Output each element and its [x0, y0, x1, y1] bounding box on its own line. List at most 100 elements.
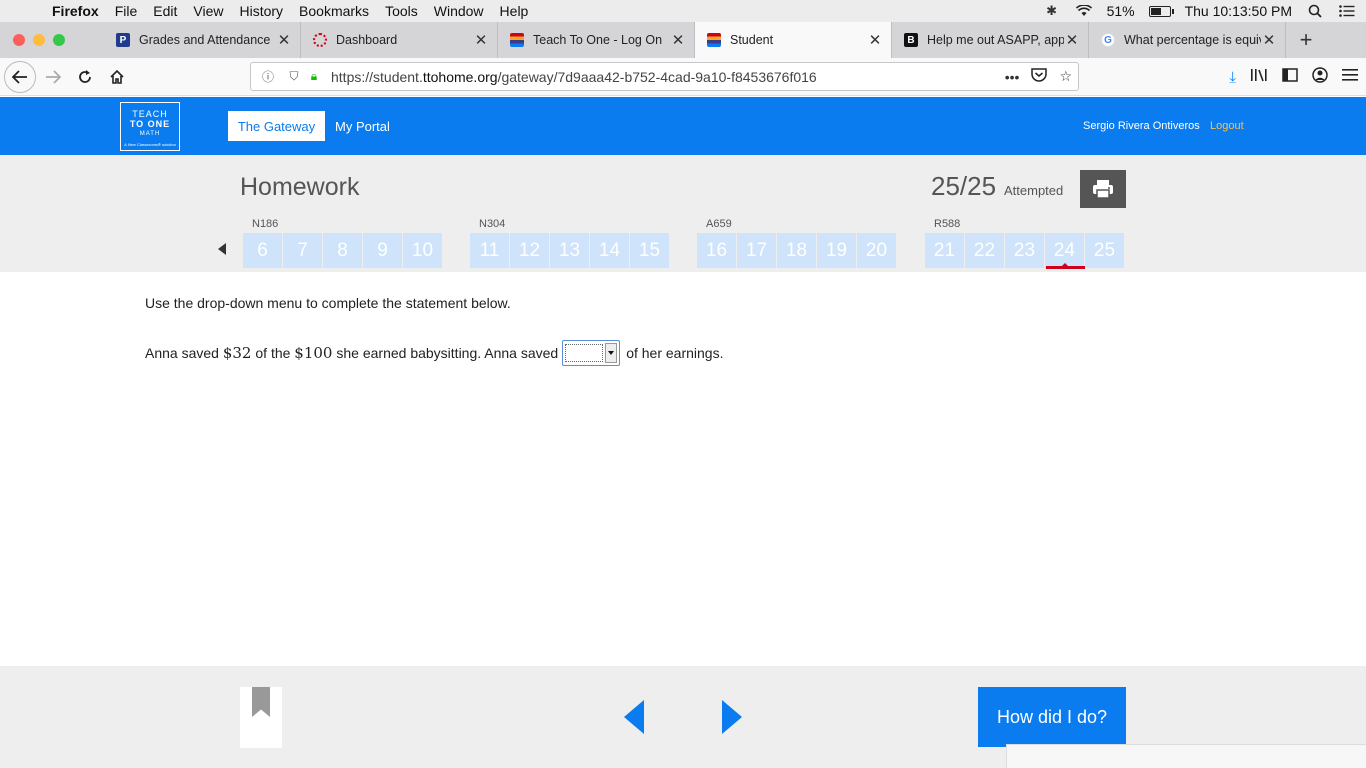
browser-tab[interactable]: Dashboard ✕ [301, 22, 498, 58]
dropdown-caret-icon[interactable] [605, 343, 618, 363]
question-tile[interactable]: 23 [1005, 233, 1044, 268]
print-button[interactable] [1080, 170, 1126, 208]
menu-file[interactable]: File [115, 3, 138, 19]
address-bar[interactable]: ⓘ ⛉ 🔒︎ https://student.ttohome.org/gatew… [250, 62, 1079, 91]
spotlight-search-icon[interactable] [1306, 2, 1324, 20]
question-tile[interactable]: 13 [550, 233, 589, 268]
question-tile[interactable]: 20 [857, 233, 896, 268]
tab-favicon-icon: P [116, 33, 130, 47]
notification-center-icon[interactable] [1338, 2, 1356, 20]
statement-text: of her earnings. [626, 345, 724, 361]
question-tile[interactable]: 7 [283, 233, 322, 268]
previous-questions-arrow-icon[interactable] [218, 243, 226, 255]
question-tile[interactable]: 15 [630, 233, 669, 268]
close-tab-icon[interactable]: ✕ [1261, 31, 1277, 49]
menu-bar-status-area: ✱ 51% Thu 10:13:50 PM [1043, 0, 1356, 22]
close-window-icon[interactable] [13, 34, 25, 46]
question-tile[interactable]: 21 [925, 233, 964, 268]
browser-tab[interactable]: B Help me out ASAPP, appre ✕ [892, 22, 1089, 58]
user-name: Sergio Rivera Ontiveros [1083, 120, 1200, 132]
browser-tab[interactable]: P Grades and Attendance ✕ [104, 22, 301, 58]
question-tile[interactable]: 18 [777, 233, 816, 268]
attempted-label: Attempted [1004, 183, 1064, 198]
forward-arrow-icon[interactable] [38, 62, 68, 92]
menu-history[interactable]: History [239, 3, 283, 19]
address-url[interactable]: https://student.ttohome.org/gateway/7d9a… [331, 69, 817, 85]
bookmark-star-icon[interactable]: ☆ [1059, 68, 1072, 85]
next-question-arrow-icon[interactable] [722, 700, 742, 734]
question-tile[interactable]: 14 [590, 233, 629, 268]
sidebar-icon[interactable] [1282, 68, 1298, 86]
tab-title: Teach To One - Log On [533, 33, 663, 47]
bookmark-question-button[interactable] [240, 687, 282, 748]
my-portal-link[interactable]: My Portal [335, 111, 390, 141]
statement-text: she earned babysitting. Anna saved [332, 345, 559, 361]
homework-header: Homework 25/25 Attempted N186 6 7 8 9 10… [0, 155, 1366, 272]
downloads-icon[interactable]: ⤓ [1229, 69, 1236, 86]
question-tile[interactable]: 19 [817, 233, 856, 268]
question-instruction: Use the drop-down menu to complete the s… [145, 295, 511, 311]
new-tab-icon[interactable]: + [1286, 22, 1326, 58]
browser-tab-active[interactable]: Student ✕ [695, 22, 892, 58]
reload-icon[interactable] [70, 62, 100, 92]
macos-menu-bar: Firefox File Edit View History Bookmarks… [0, 0, 1366, 22]
zoom-window-icon[interactable] [53, 34, 65, 46]
menu-clock[interactable]: Thu 10:13:50 PM [1185, 3, 1292, 19]
home-icon[interactable] [102, 62, 132, 92]
menu-app-name[interactable]: Firefox [52, 3, 99, 19]
browser-toolbar: ⓘ ⛉ 🔒︎ https://student.ttohome.org/gatew… [0, 58, 1366, 96]
bluetooth-icon[interactable]: ✱ [1043, 2, 1061, 20]
hamburger-menu-icon[interactable] [1342, 68, 1358, 86]
minimize-window-icon[interactable] [33, 34, 45, 46]
page-actions-icon[interactable]: ••• [1005, 69, 1020, 85]
teach-to-one-logo[interactable]: TEACH TO ONE MATH A New Classrooms® solu… [120, 102, 180, 151]
site-info-icon[interactable]: ⓘ [259, 68, 277, 85]
back-arrow-icon[interactable] [4, 61, 36, 93]
tab-favicon-icon: G [1101, 33, 1115, 47]
library-icon[interactable] [1250, 68, 1268, 86]
attempted-score: 25/25 [931, 171, 997, 201]
close-tab-icon[interactable]: ✕ [1064, 31, 1080, 49]
close-tab-icon[interactable]: ✕ [670, 31, 686, 49]
question-statement: Anna saved $32 of the $100 she earned ba… [145, 340, 724, 366]
menu-tools[interactable]: Tools [385, 3, 418, 19]
lock-icon[interactable]: 🔒︎ [305, 69, 323, 84]
menu-bookmarks[interactable]: Bookmarks [299, 3, 369, 19]
question-tile[interactable]: 8 [323, 233, 362, 268]
answer-dropdown[interactable] [562, 340, 621, 366]
close-tab-icon[interactable]: ✕ [867, 31, 883, 49]
menu-edit[interactable]: Edit [153, 3, 177, 19]
printer-icon [1093, 180, 1113, 199]
previous-question-arrow-icon[interactable] [624, 700, 644, 734]
battery-percent: 51% [1106, 3, 1135, 19]
objective-label: N304 [479, 218, 506, 230]
toolbar-right-icons: ⤓ [1229, 62, 1358, 92]
tracking-protection-icon[interactable]: ⛉ [285, 69, 303, 84]
answer-dropdown-value[interactable] [565, 344, 604, 362]
how-did-i-do-button[interactable]: How did I do? [978, 687, 1126, 747]
question-tile[interactable]: 6 [243, 233, 282, 268]
amount-earned: $100 [294, 344, 333, 362]
pocket-icon[interactable] [1031, 68, 1048, 85]
question-tile[interactable]: 25 [1085, 233, 1124, 268]
close-tab-icon[interactable]: ✕ [473, 31, 489, 49]
question-tile[interactable]: 16 [697, 233, 736, 268]
browser-tab[interactable]: G What percentage is equiva ✕ [1089, 22, 1286, 58]
logout-link[interactable]: Logout [1210, 111, 1244, 141]
question-tile[interactable]: 22 [965, 233, 1004, 268]
account-icon[interactable] [1312, 67, 1328, 87]
close-tab-icon[interactable]: ✕ [276, 31, 292, 49]
menu-help[interactable]: Help [500, 3, 529, 19]
battery-icon[interactable] [1148, 5, 1174, 17]
the-gateway-tab[interactable]: The Gateway [228, 111, 325, 141]
browser-tab[interactable]: Teach To One - Log On ✕ [498, 22, 695, 58]
question-tile[interactable]: 11 [470, 233, 509, 268]
menu-window[interactable]: Window [434, 3, 484, 19]
question-tile[interactable]: 10 [403, 233, 442, 268]
question-tile[interactable]: 12 [510, 233, 549, 268]
question-tile[interactable]: 9 [363, 233, 402, 268]
browser-tab-strip: P Grades and Attendance ✕ Dashboard ✕ Te… [0, 22, 1366, 58]
menu-view[interactable]: View [193, 3, 223, 19]
question-tile[interactable]: 17 [737, 233, 776, 268]
wifi-icon[interactable] [1075, 2, 1093, 20]
